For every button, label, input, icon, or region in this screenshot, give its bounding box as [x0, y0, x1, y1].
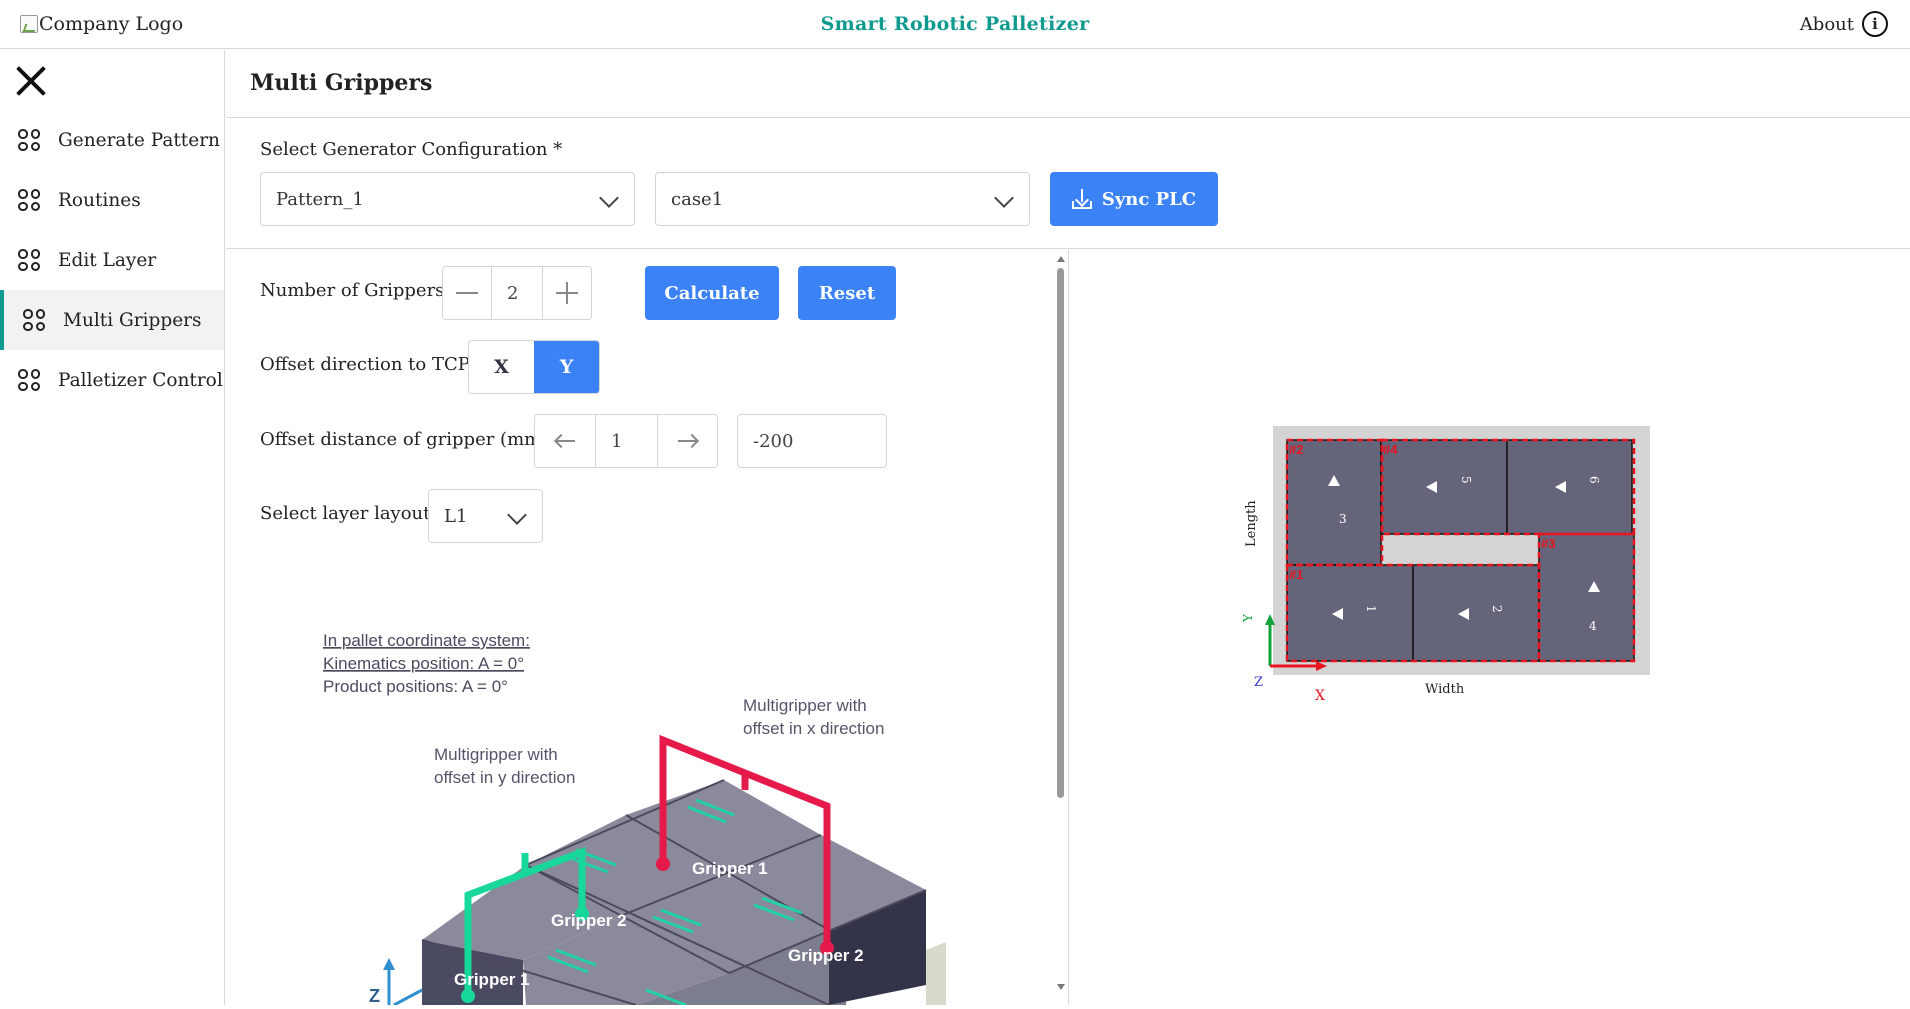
sidebar-item-label: Edit Layer: [58, 249, 157, 271]
group-label-3: #3: [1541, 536, 1555, 551]
grid-icon: [18, 369, 40, 391]
page-title: Multi Grippers: [250, 70, 433, 96]
sidebar-item-edit-layer[interactable]: Edit Layer: [0, 230, 224, 290]
sync-plc-button[interactable]: Sync PLC: [1050, 172, 1218, 226]
y-gripper-note-1: Multigripper with: [434, 745, 558, 764]
length-label: Length: [1244, 500, 1259, 547]
close-sidebar-icon[interactable]: [14, 64, 48, 98]
left-panel-scrollbar[interactable]: [1054, 252, 1068, 994]
grid-icon: [23, 309, 45, 331]
sidebar-item-label: Multi Grippers: [63, 309, 202, 331]
about-button[interactable]: About i: [1800, 11, 1888, 37]
page-header: Multi Grippers: [226, 50, 1910, 118]
chart-axis-x: X: [1315, 688, 1325, 704]
product-label-1: 1: [1364, 605, 1378, 613]
y-gripper-note-2: offset in y direction: [434, 768, 575, 787]
info-icon: i: [1862, 11, 1888, 37]
config-section: Select Generator Configuration * Pattern…: [226, 119, 1910, 249]
layer-layout-diagram: #2 #4 #3 #1 3 5 6 4 1 2 Y Z X Length Wid…: [1241, 426, 1650, 704]
sidebar-item-palletizer-control[interactable]: Palletizer Control: [0, 350, 224, 410]
chart-axis-y: Y: [1241, 613, 1255, 623]
top-bar: Company Logo Smart Robotic Palletizer Ab…: [0, 0, 1910, 49]
caption-line2: Product positions: A = 0°: [323, 677, 508, 696]
app-title: Smart Robotic Palletizer: [820, 13, 1090, 35]
case-select-value: case1: [671, 188, 724, 210]
product-label-3: 3: [1339, 512, 1347, 526]
chart-axis-z: Z: [1254, 675, 1263, 690]
sidebar-nav: Generate Pattern Routines Edit Layer Mul…: [0, 110, 224, 410]
group-label-2: #2: [1289, 442, 1303, 457]
gripper1-x-label: Gripper 1: [692, 859, 768, 878]
gripper2-y-label: Gripper 2: [551, 911, 627, 930]
illus-axis-z: Z: [369, 986, 380, 1005]
group-label-4: #4: [1383, 442, 1398, 457]
product-label-6: 6: [1587, 476, 1601, 484]
sidebar-item-multi-grippers[interactable]: Multi Grippers: [0, 290, 224, 350]
case-select[interactable]: case1: [655, 172, 1030, 226]
x-gripper-note-1: Multigripper with: [743, 696, 867, 715]
width-label: Width: [1425, 682, 1465, 697]
sync-plc-label: Sync PLC: [1101, 188, 1197, 210]
sidebar-item-label: Routines: [58, 189, 141, 211]
gripper1-y-label: Gripper 1: [454, 970, 530, 989]
download-icon: [1071, 189, 1092, 209]
pattern-select[interactable]: Pattern_1: [260, 172, 635, 226]
sidebar-item-label: Palletizer Control: [58, 369, 223, 391]
sidebar-item-label: Generate Pattern: [58, 129, 220, 151]
multigripper-illustration: In pallet coordinate system: Kinematics …: [323, 631, 946, 1005]
caption-line1: Kinematics position: A = 0°: [323, 654, 524, 673]
x-gripper-note-2: offset in x direction: [743, 719, 884, 738]
sidebar-item-routines[interactable]: Routines: [0, 170, 224, 230]
grid-icon: [18, 249, 40, 271]
sidebar-item-generate-pattern[interactable]: Generate Pattern: [0, 110, 224, 170]
pattern-select-value: Pattern_1: [276, 188, 364, 210]
pallet-side: [926, 942, 946, 1005]
chevron-down-icon: [994, 188, 1014, 208]
grid-icon: [18, 129, 40, 151]
product-label-2: 2: [1490, 605, 1504, 613]
grid-icon: [18, 189, 40, 211]
config-label: Select Generator Configuration *: [260, 139, 563, 160]
caption-title: In pallet coordinate system:: [323, 631, 530, 650]
product-label-5: 5: [1459, 476, 1473, 484]
group-label-1: #1: [1289, 567, 1303, 582]
about-label: About: [1799, 13, 1854, 35]
gripper-settings-panel: Number of Grippers 2 Calculate Reset Off…: [226, 250, 1068, 1005]
product-label-4: 4: [1589, 619, 1597, 633]
chevron-down-icon: [599, 188, 619, 208]
sidebar: Generate Pattern Routines Edit Layer Mul…: [0, 50, 225, 1005]
gripper2-x-label: Gripper 2: [788, 946, 864, 965]
layer-layout-panel: #2 #4 #3 #1 3 5 6 4 1 2 Y Z X Length Wid…: [1069, 250, 1910, 1005]
main-content: Multi Grippers Select Generator Configur…: [226, 50, 1910, 1005]
